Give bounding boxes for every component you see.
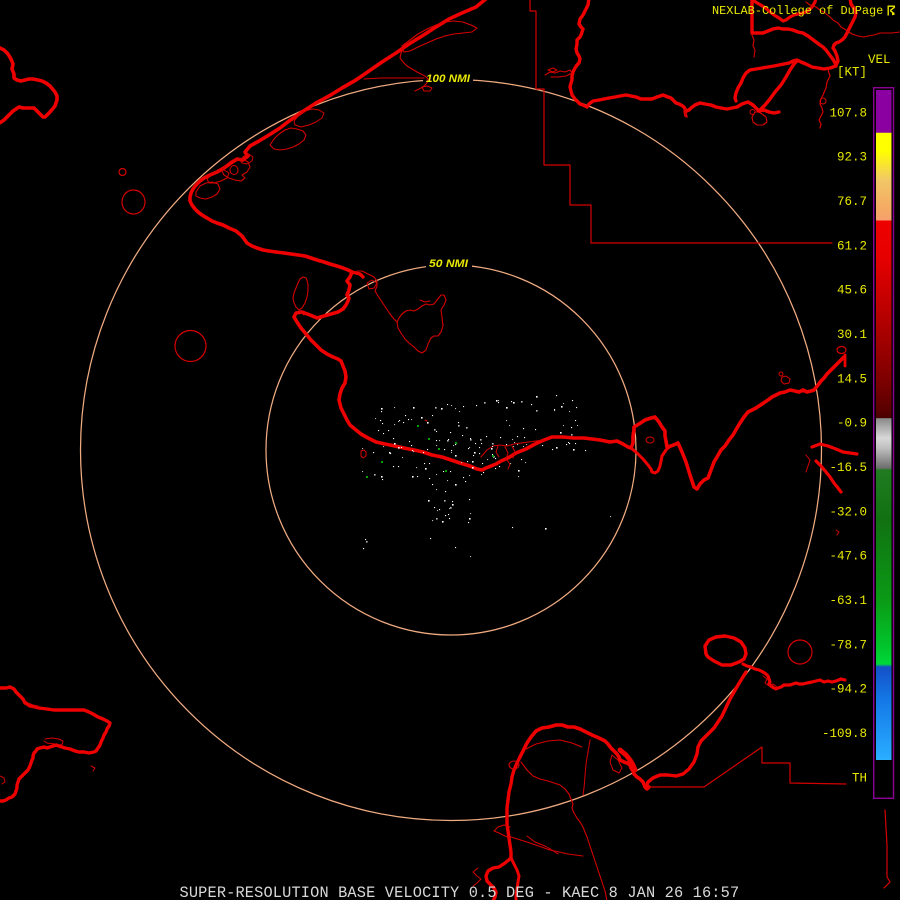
svg-text:45.6: 45.6	[837, 284, 867, 298]
svg-text:107.8: 107.8	[829, 106, 867, 120]
svg-text:-0.9: -0.9	[837, 417, 867, 431]
svg-text:-32.0: -32.0	[829, 505, 867, 519]
svg-text:61.2: 61.2	[837, 239, 867, 253]
svg-text:76.7: 76.7	[837, 195, 867, 209]
svg-text:SUPER-RESOLUTION BASE VELOCITY: SUPER-RESOLUTION BASE VELOCITY 0.5 DEG -…	[180, 884, 740, 900]
svg-text:100 NMI: 100 NMI	[426, 73, 471, 85]
svg-text:VEL: VEL	[868, 53, 891, 67]
svg-text:-47.6: -47.6	[829, 550, 867, 564]
svg-text:92.3: 92.3	[837, 151, 867, 165]
svg-text:-78.7: -78.7	[829, 638, 867, 652]
svg-text:30.1: 30.1	[837, 328, 867, 342]
svg-text:-16.5: -16.5	[829, 461, 867, 475]
svg-text:[KT]: [KT]	[837, 66, 867, 80]
svg-text:-63.1: -63.1	[829, 594, 867, 608]
svg-text:14.5: 14.5	[837, 372, 867, 386]
svg-text:TH: TH	[852, 771, 867, 785]
svg-text:50 NMI: 50 NMI	[429, 258, 469, 270]
svg-text:-94.2: -94.2	[829, 683, 867, 697]
svg-text:NEXLAB-College of DuPage: NEXLAB-College of DuPage	[712, 4, 883, 18]
svg-text:-109.8: -109.8	[822, 727, 867, 741]
